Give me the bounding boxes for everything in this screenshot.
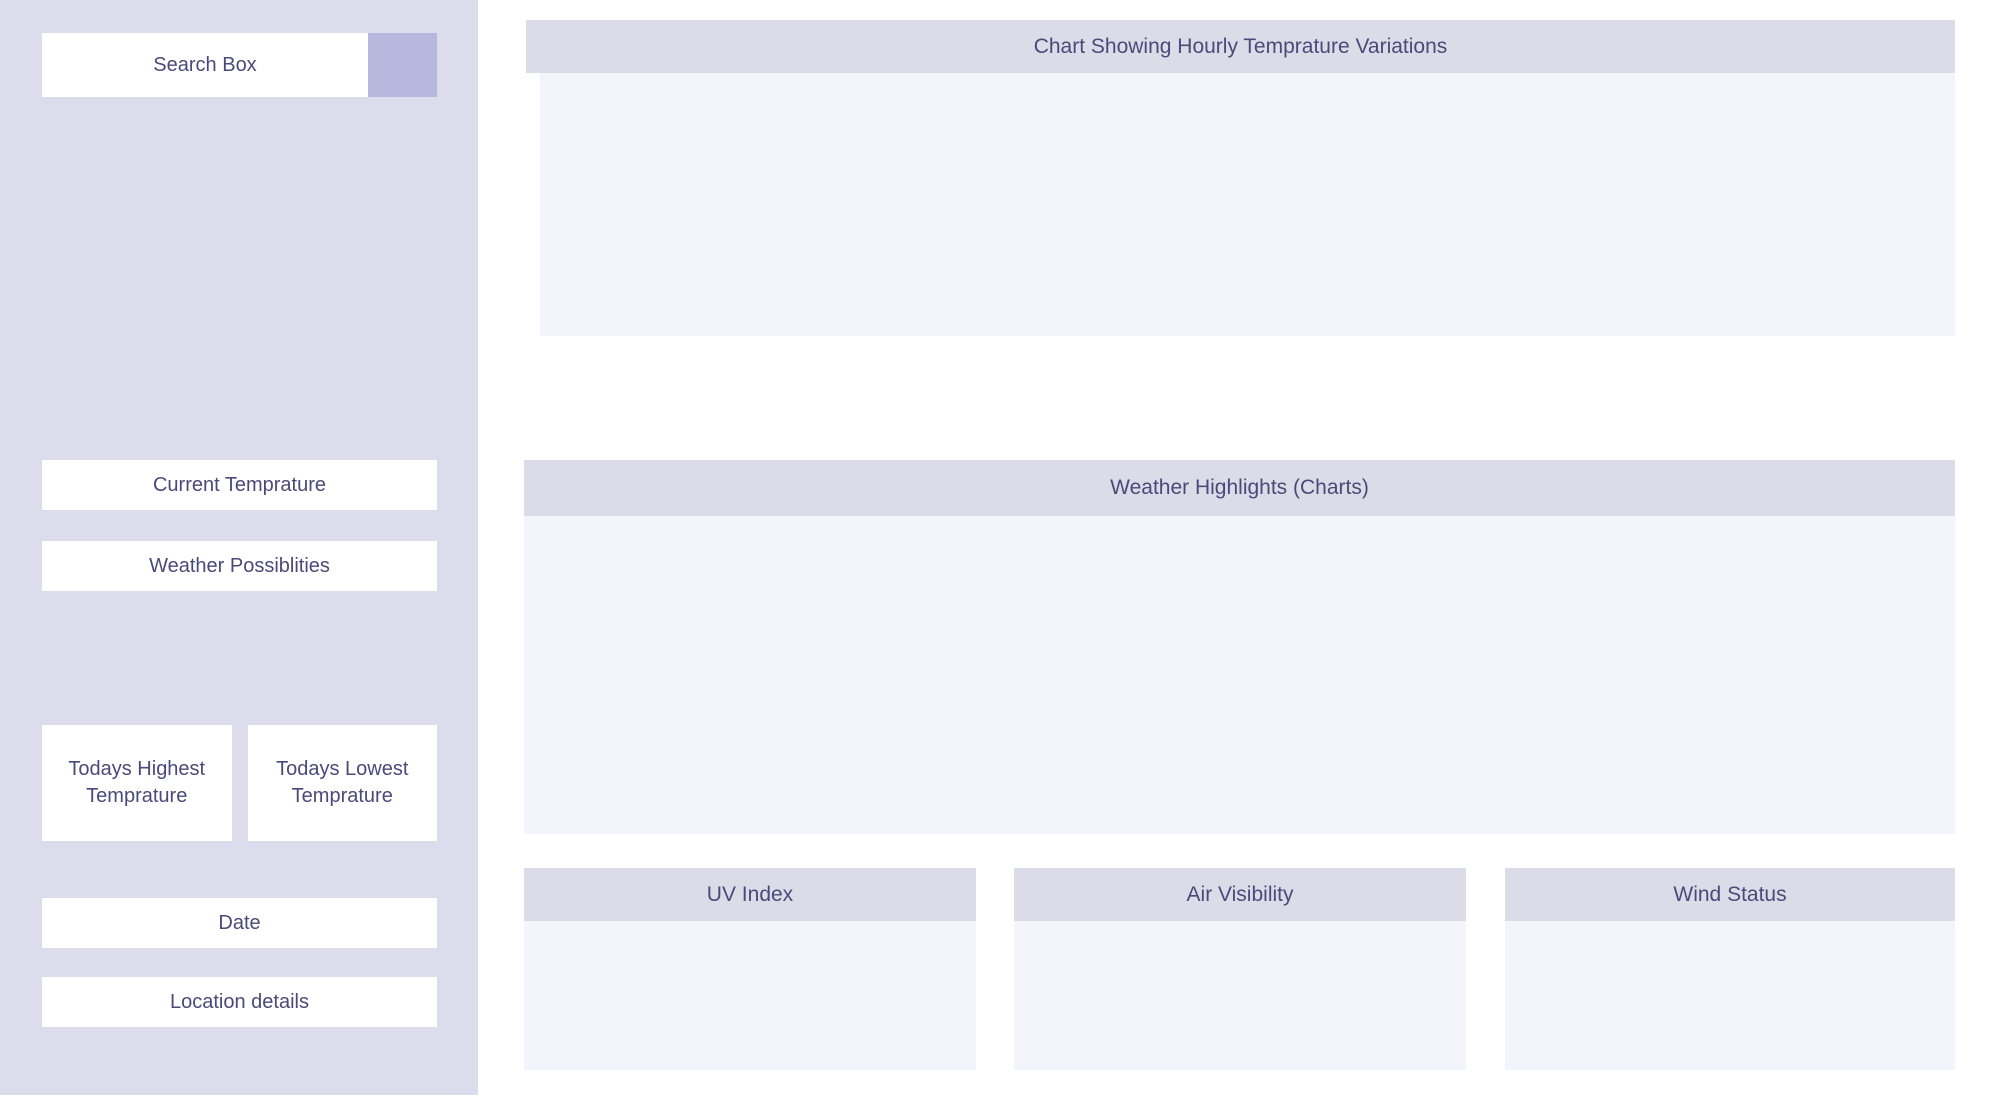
wind-status-body[interactable]: [1505, 921, 1955, 1070]
search-button[interactable]: [368, 33, 437, 97]
weather-possibilities-label: Weather Possiblities: [149, 554, 330, 577]
current-temperature-card[interactable]: Current Temprature: [42, 460, 437, 510]
highlights-header-bar: Weather Highlights (Charts): [524, 460, 1955, 516]
date-card[interactable]: Date: [42, 898, 437, 948]
air-visibility-title: Air Visibility: [1186, 882, 1294, 906]
highlights-body[interactable]: [524, 516, 1955, 834]
hourly-chart-title: Chart Showing Hourly Temprature Variatio…: [1033, 34, 1448, 58]
uv-index-header: UV Index: [524, 868, 976, 921]
wind-status-header: Wind Status: [1505, 868, 1955, 921]
hourly-chart-header: Chart Showing Hourly Temprature Variatio…: [526, 20, 1955, 73]
highlights-title: Weather Highlights (Charts): [1110, 476, 1369, 499]
date-label: Date: [218, 911, 261, 934]
todays-highest-temperature-card[interactable]: Todays Highest Temprature: [42, 725, 232, 841]
sidebar: Search Box Current Temprature Weather Po…: [0, 0, 478, 1095]
uv-index-title: UV Index: [706, 882, 794, 906]
highlights-header: Weather Highlights (Charts): [524, 460, 1955, 516]
wind-status-header-bar: Wind Status: [1505, 868, 1955, 921]
air-visibility-header: Air Visibility: [1014, 868, 1466, 921]
weather-possibilities-card[interactable]: Weather Possiblities: [42, 541, 437, 591]
location-details-label: Location details: [170, 990, 309, 1013]
uv-index-header-bar: UV Index: [524, 868, 976, 921]
uv-index-body[interactable]: [524, 921, 976, 1070]
hourly-chart-header-bar: Chart Showing Hourly Temprature Variatio…: [526, 20, 1955, 73]
todays-lowest-temperature-label: Todays Lowest Temprature: [276, 758, 409, 807]
current-temperature-label: Current Temprature: [152, 473, 327, 496]
wind-status-title: Wind Status: [1673, 882, 1787, 906]
temperature-extremes-row: Todays Highest Temprature Todays Lowest …: [42, 725, 437, 841]
todays-highest-temperature-label: Todays Highest Temprature: [68, 758, 206, 807]
search-input[interactable]: Search Box: [42, 33, 368, 97]
search-bar: Search Box: [42, 33, 437, 97]
hourly-chart-body[interactable]: [540, 73, 1955, 336]
todays-lowest-temperature-card[interactable]: Todays Lowest Temprature: [247, 725, 437, 841]
air-visibility-header-bar: Air Visibility: [1014, 868, 1466, 921]
air-visibility-body[interactable]: [1014, 921, 1466, 1070]
location-details-card[interactable]: Location details: [42, 977, 437, 1027]
